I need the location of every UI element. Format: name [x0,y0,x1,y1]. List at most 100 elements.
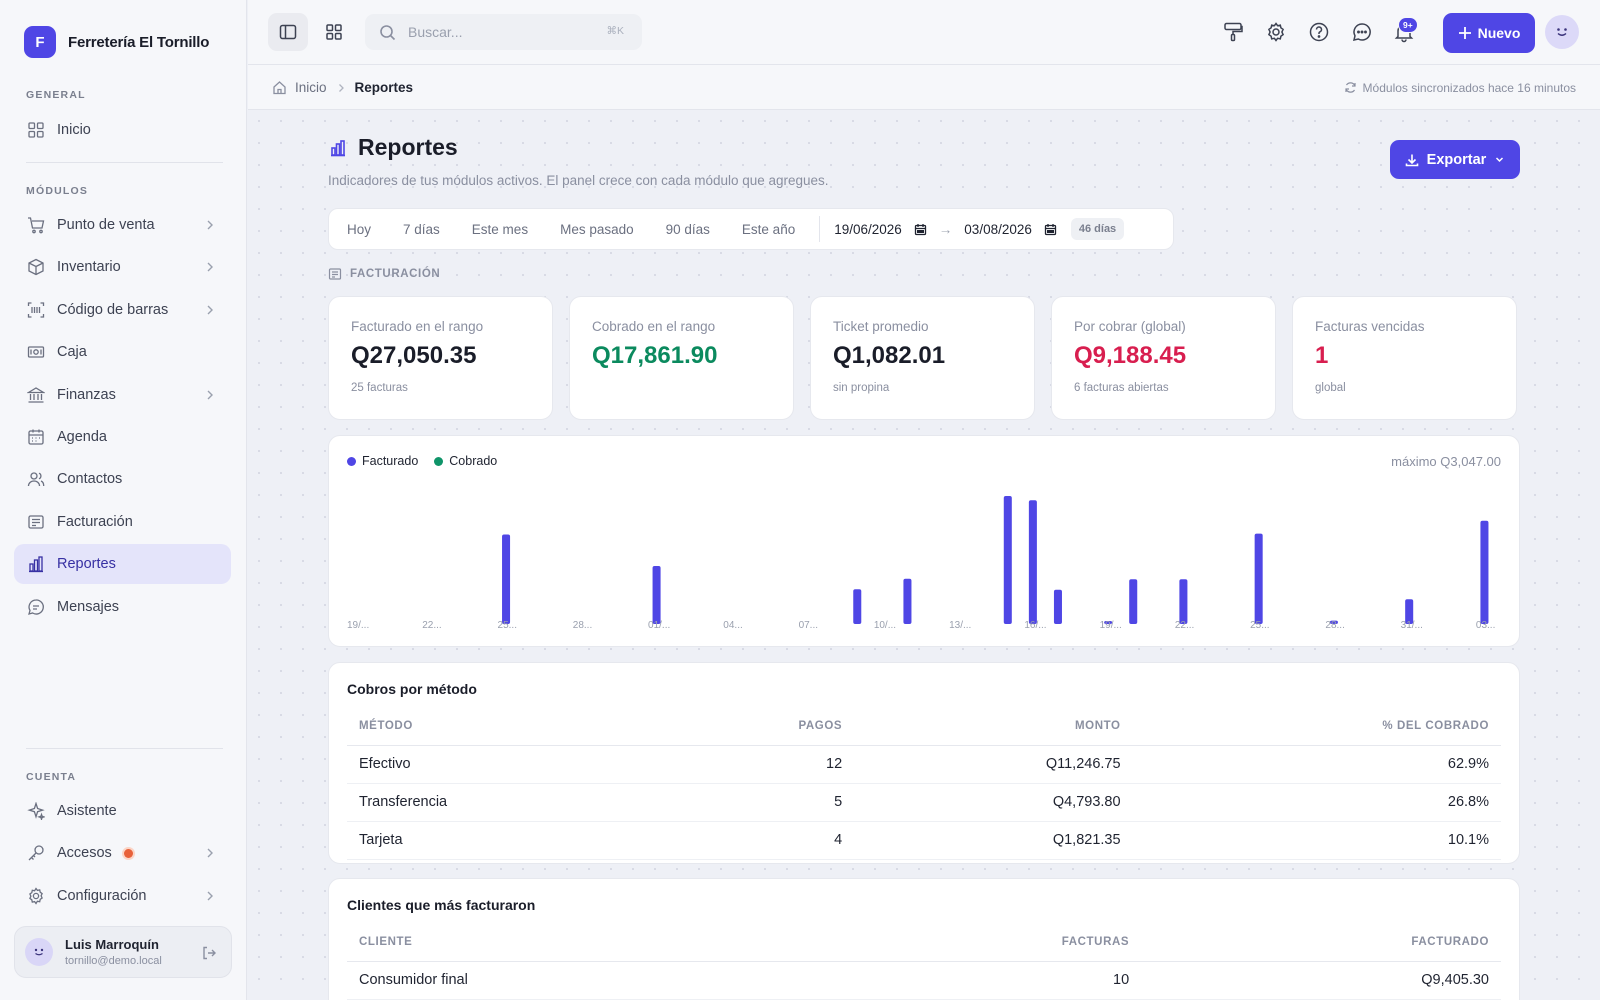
x-tick-label: 22... [1175,620,1194,631]
help-icon[interactable] [1308,21,1330,43]
range-preset-este-ano[interactable]: Este año [742,222,795,237]
gear-icon[interactable] [1265,21,1287,43]
sidebar-item-reportes[interactable]: Reportes [14,544,231,585]
invoice-icon [328,268,342,280]
kpi-sub: 6 facturas abiertas [1074,382,1169,394]
x-tick-label: 07... [799,620,818,631]
new-button-label: Nuevo [1477,25,1521,41]
export-button[interactable]: Exportar [1390,140,1520,179]
top-clients-card: Clientes que más facturaron CLIENTE FACTU… [328,878,1520,1000]
chat-icon[interactable] [1351,21,1373,43]
table-row[interactable]: Consumidor final 10 Q9,405.30 [347,961,1501,1000]
section-label-general: GENERAL [26,89,86,101]
sidebar-item-punto-de-venta[interactable]: Punto de venta [14,205,231,245]
paint-roller-icon[interactable] [1222,21,1244,43]
x-tick-label: 13/... [949,620,971,631]
sidebar-item-label: Caja [57,344,87,361]
table-cell: Q11,246.75 [854,745,1133,784]
sidebar-item-label: Contactos [57,471,123,488]
brand-name: Ferretería El Tornillo [68,33,210,51]
bar-facturado[interactable] [1179,579,1188,624]
bar-facturado[interactable] [1003,495,1012,624]
sidebar-item-inventario[interactable]: Inventario [14,247,231,287]
sidebar-item-label: Configuración [57,887,147,904]
sync-status: Módulos sincronizados hace 16 minutos [1344,65,1576,110]
range-preset-este-mes[interactable]: Este mes [472,222,528,237]
sidebar-item-label: Agenda [57,429,107,445]
sync-text: Módulos sincronizados hace 16 minutos [1362,80,1576,95]
calendar-icon [914,223,926,235]
chevron-right-icon [207,220,213,230]
sidebar-item-inicio[interactable]: Inicio [14,110,231,150]
gear-icon [29,887,43,905]
range-preset-mes-pasado[interactable]: Mes pasado [560,222,634,237]
table-cell: Consumidor final [347,961,818,1000]
column-header-monto: MONTO [854,707,1133,746]
sidebar-item-codigo-de-barras[interactable]: Código de barras [14,290,231,330]
sidebar-item-finanzas[interactable]: Finanzas [14,375,231,415]
bar-facturado[interactable] [853,589,862,624]
alert-dot [123,848,133,858]
box-icon [28,259,44,276]
bar-chart-icon [29,556,43,573]
sidebar-item-configuracion[interactable]: Configuración [14,876,231,916]
main-content: Reportes Indicadores de tus módulos acti… [248,110,1600,1000]
range-preset-90-dias[interactable]: 90 días [666,222,710,237]
sidebar-item-agenda[interactable]: Agenda [14,417,231,457]
sidebar-toggle-button[interactable] [268,13,308,51]
kpi-value: Q9,188.45 [1074,342,1187,369]
logout-icon[interactable] [201,945,217,961]
user-name: Luis Marroquín [65,937,159,952]
chevron-down-icon [1496,157,1504,163]
table-row[interactable]: Transferencia 5 Q4,793.80 26.8% [347,783,1501,822]
date-to-value: 03/08/2026 [964,221,1032,237]
barcode-icon [27,302,45,318]
x-tick-label: 19/... [347,620,369,631]
table-cell: Q4,793.80 [854,783,1133,822]
sidebar-item-label: Punto de venta [57,217,155,233]
sidebar-item-mensajes[interactable]: Mensajes [14,587,231,627]
bar-facturado[interactable] [652,565,661,624]
bar-facturado[interactable] [1480,520,1489,624]
table-row[interactable]: Efectivo 12 Q11,246.75 62.9% [347,745,1501,784]
date-to-field[interactable]: 03/08/2026 [964,222,1057,237]
bar-facturado[interactable] [1028,500,1037,624]
brand[interactable]: F Ferretería El Tornillo [24,26,209,58]
user-card[interactable]: Luis Marroquín tornillo@demo.local [14,926,232,978]
sidebar-item-accesos[interactable]: Accesos [14,833,231,873]
chevron-right-icon [207,848,213,858]
sidebar-item-asistente[interactable]: Asistente [14,791,231,831]
breadcrumb: Inicio Reportes [272,65,413,110]
table-cell: 4 [663,821,855,860]
breadcrumb-home[interactable]: Inicio [295,80,327,95]
column-header-facturado: FACTURADO [1141,923,1501,962]
apps-grid-icon [326,24,342,40]
x-tick-label: 31/... [1401,620,1423,631]
date-from-field[interactable]: 19/06/2026 [834,222,927,237]
sparkle-icon [27,802,45,820]
range-preset-7-dias[interactable]: 7 días [403,222,440,237]
bar-facturado[interactable] [1129,579,1138,624]
kpi-label: Facturado en el rango [351,319,484,334]
sidebar-item-caja[interactable]: Caja [14,332,231,372]
sidebar-item-facturacion[interactable]: Facturación [14,502,231,542]
sidebar-item-label: Código de barras [57,301,169,318]
sidebar-item-label: Asistente [57,803,117,819]
apps-button[interactable] [314,13,354,51]
column-header-facturas: FACTURAS [817,923,1142,962]
new-button[interactable]: Nuevo [1443,13,1535,53]
sidebar-item-label: Mensajes [57,598,120,615]
breadcrumb-current: Reportes [354,80,414,95]
range-preset-hoy[interactable]: Hoy [347,222,371,237]
table-row[interactable]: Tarjeta 4 Q1,821.35 10.1% [347,821,1501,860]
bar-facturado[interactable] [1254,533,1263,624]
bar-facturado[interactable] [502,534,511,624]
search-input[interactable]: Buscar... ⌘K [365,14,642,50]
kpi-value: Q27,050.35 [351,342,477,369]
bar-facturado[interactable] [1053,589,1062,624]
bar-facturado[interactable] [903,578,912,624]
kpi-card-facturado-en-el-rango: Facturado en el rango Q27,050.35 25 factur… [328,296,553,420]
avatar[interactable] [1545,15,1579,49]
kpi-sub: 25 facturas [351,382,408,394]
sidebar-item-contactos[interactable]: Contactos [14,459,231,499]
